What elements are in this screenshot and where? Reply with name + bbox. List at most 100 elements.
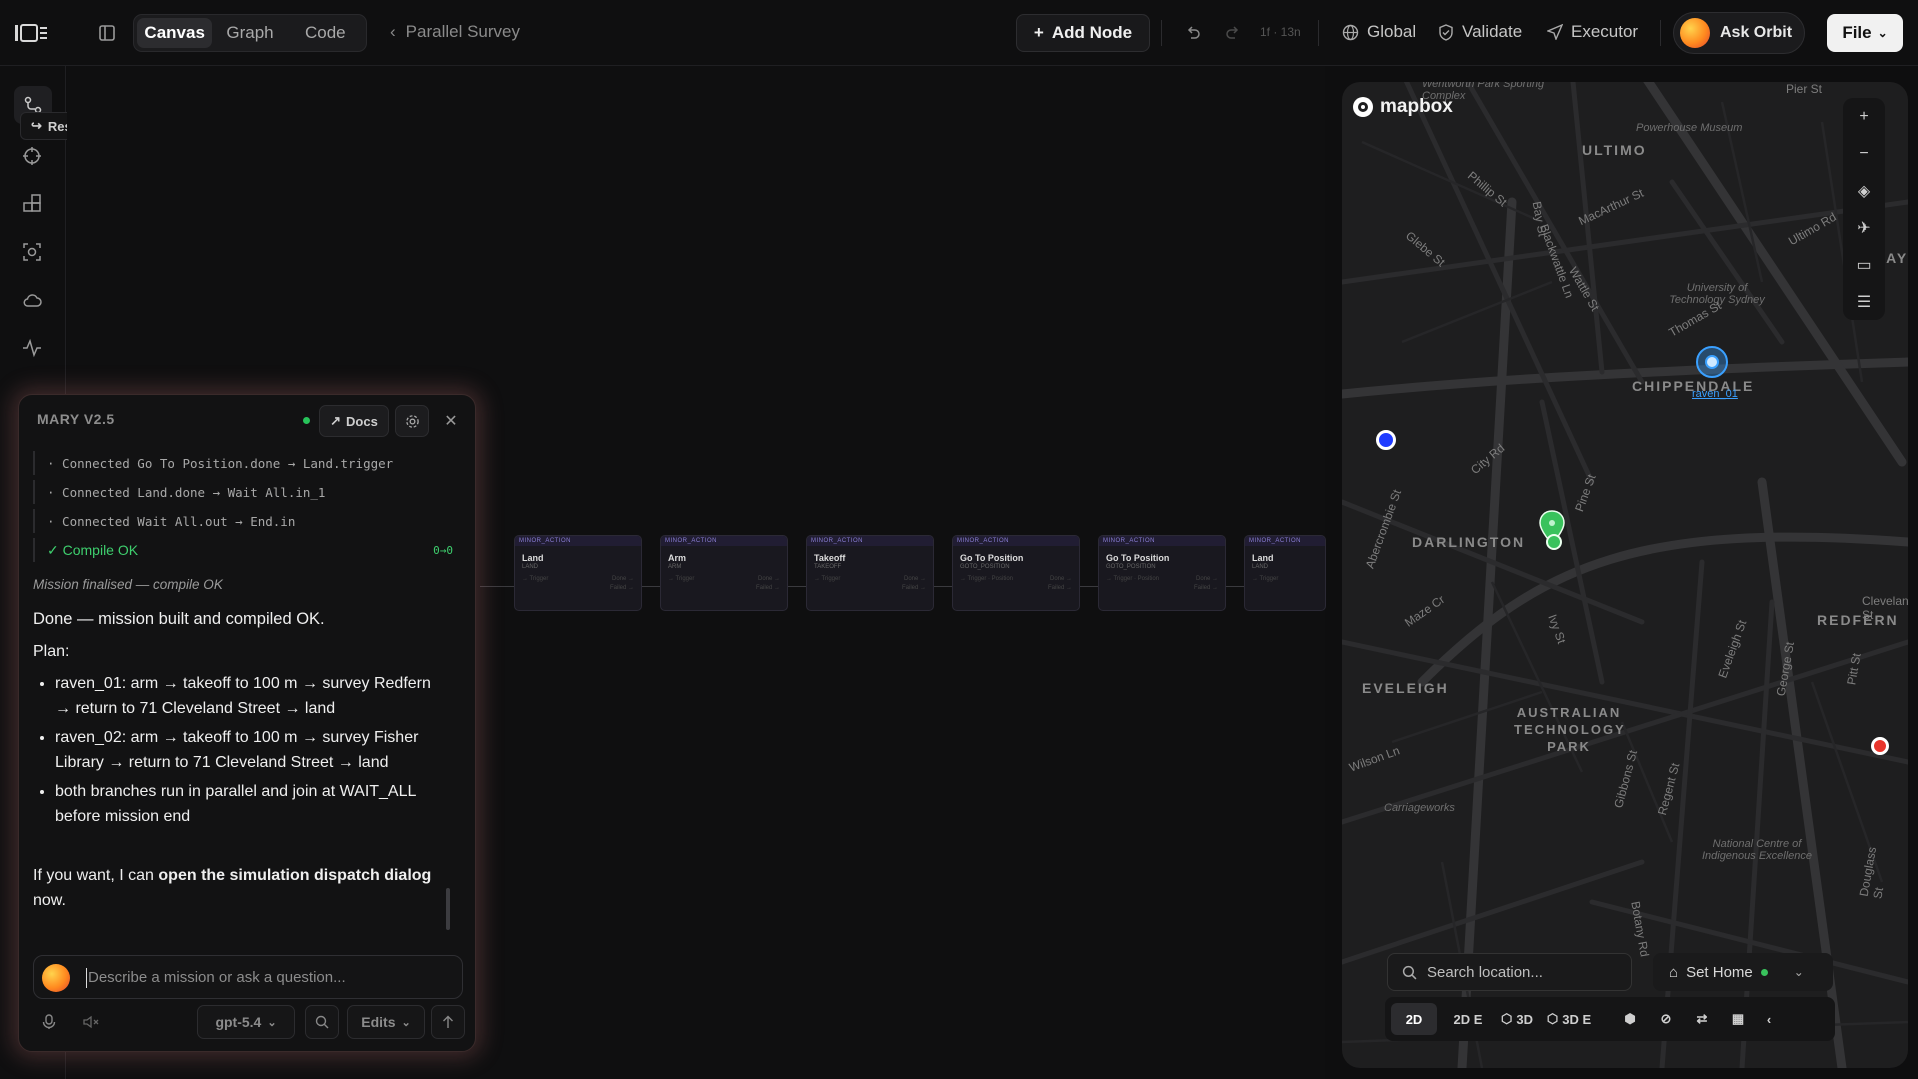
no-fly-icon[interactable]: ⊘ [1651,1003,1681,1035]
waypoint-blue-marker[interactable] [1376,430,1396,450]
executor-button[interactable]: Executor [1547,22,1638,42]
divider [1318,20,1319,46]
tab-code[interactable]: Code [288,18,363,48]
chat-scrollbar[interactable] [446,888,450,930]
validate-button[interactable]: Validate [1438,22,1522,42]
route-toggle-icon[interactable]: ⇄ [1687,1003,1717,1035]
canvas-node-land[interactable]: MINOR_ACTION Land LAND → Trigger [1244,535,1326,611]
cloud-icon[interactable] [18,286,46,314]
node-port-fail[interactable]: Failed → [756,585,780,591]
map-search-input[interactable]: Search location... [1427,964,1543,981]
vehicle-marker-green[interactable] [1546,534,1562,550]
set-home-button[interactable]: ⌂ Set Home ⌄ [1653,953,1833,991]
node-port-in[interactable]: → Trigger · Position [1106,576,1159,582]
zoom-in-icon[interactable]: + [1843,98,1885,135]
node-port-in[interactable]: → Trigger · Position [960,576,1013,582]
chat-input-box[interactable]: Describe a mission or ask a question... [33,955,463,999]
shield-check-icon [1439,23,1453,41]
view-mode-bar: 2D 2D E ⬡ 3D ⬡ 3D E ⬢ ⊘ ⇄ ▦ ‹ [1385,997,1835,1041]
compass-icon[interactable]: ◈ [1843,172,1885,209]
breadcrumb[interactable]: ‹ Parallel Survey [390,22,520,42]
model-select[interactable]: gpt-5.4 ⌄ [197,1005,295,1039]
view-2de-button[interactable]: 2D E [1443,1003,1493,1035]
map-view[interactable]: ULTIMO CHIPPENDALE DARLINGTON REDFERN EV… [1342,82,1908,1068]
box-icon[interactable]: ⬢ [1615,1003,1645,1035]
node-port-out[interactable]: Done → [758,576,780,582]
add-node-button[interactable]: + Add Node [1016,14,1150,52]
node-port-in[interactable]: → Trigger [668,576,694,582]
validate-label: Validate [1462,22,1523,41]
send-arrow-icon[interactable] [431,1005,465,1039]
node-wire [934,586,954,587]
activity-icon[interactable] [18,334,46,362]
view-2d-button[interactable]: 2D [1391,1003,1437,1035]
file-menu-button[interactable]: File ⌄ [1827,14,1903,52]
chevron-down-icon[interactable]: ⌄ [1794,965,1804,979]
chevron-down-icon: ⌄ [267,1016,277,1029]
microphone-icon[interactable] [33,1005,65,1039]
chat-header: MARY V2.5 ↗ Docs ✕ [19,395,475,445]
node-title: Land [522,553,544,563]
node-port-fail[interactable]: Failed → [1194,585,1218,591]
canvas-node-arm[interactable]: MINOR_ACTION Arm ARM → Trigger Done → Fai… [660,535,788,611]
mute-speaker-icon[interactable] [75,1005,107,1039]
scan-icon[interactable] [18,238,46,266]
view-3de-button[interactable]: ⬡ 3D E [1543,1003,1595,1035]
global-button[interactable]: Global [1342,22,1416,42]
camera-icon[interactable]: ▭ [1843,246,1885,283]
map-search[interactable]: Search location... [1387,953,1632,991]
send-icon [1547,24,1563,40]
zoom-out-icon[interactable]: − [1843,135,1885,172]
chevron-left-icon[interactable]: ‹ [1759,1003,1779,1035]
gear-icon[interactable] [395,405,429,437]
search-icon[interactable] [305,1005,339,1039]
cube-icon: ⬡ [1546,1011,1559,1026]
map-area-label: ULTIMO [1582,142,1647,158]
compile-status: ✓ Compile OK 0→0 [33,538,453,562]
canvas-node-takeoff[interactable]: MINOR_ACTION Takeoff TAKEOFF → Trigger Do… [806,535,934,611]
layers-icon[interactable]: ☰ [1843,283,1885,320]
docs-button[interactable]: ↗ Docs [319,405,389,437]
toggle-sidebar-icon[interactable] [94,14,120,52]
crosshair-icon[interactable] [18,142,46,170]
plan-label: Plan: [33,643,70,660]
tab-canvas[interactable]: Canvas [137,18,213,48]
node-port-out[interactable]: Done → [1050,576,1072,582]
view-3d-button[interactable]: ⬡ 3D [1497,1003,1537,1035]
edits-select[interactable]: Edits ⌄ [347,1005,425,1039]
node-port-fail[interactable]: Failed → [610,585,634,591]
log-line: · Connected Wait All.out → End.in [33,509,453,533]
closing-post: now. [33,892,66,909]
ask-orbit-button[interactable]: Ask Orbit [1673,12,1805,54]
app-logo-icon[interactable] [14,22,48,44]
log-line: · Connected Go To Position.done → Land.t… [33,451,453,475]
canvas-node-goto-position[interactable]: MINOR_ACTION Go To Position GOTO_POSITIO… [952,535,1080,611]
canvas-node-land[interactable]: MINOR_ACTION Land LAND → Trigger Done → F… [514,535,642,611]
node-port-out[interactable]: Done → [904,576,926,582]
node-port-out[interactable]: Done → [612,576,634,582]
vehicle-marker[interactable] [1696,346,1728,378]
blocks-icon[interactable] [18,190,46,218]
file-label: File [1842,23,1872,42]
node-port-fail[interactable]: Failed → [1048,585,1072,591]
undo-icon[interactable] [1180,20,1206,46]
map-area-label: EVELEIGH [1362,680,1449,696]
chat-input[interactable]: Describe a mission or ask a question... [88,969,346,986]
tab-graph[interactable]: Graph [212,18,287,48]
node-port-in[interactable]: → Trigger [522,576,548,582]
canvas-node-goto-position[interactable]: MINOR_ACTION Go To Position GOTO_POSITIO… [1098,535,1226,611]
node-port-fail[interactable]: Failed → [902,585,926,591]
vehicle-label: raven_01 [1692,388,1738,400]
node-port-in[interactable]: → Trigger [814,576,840,582]
target-red-marker[interactable] [1871,737,1889,755]
drone-icon [1705,355,1719,369]
node-port-in[interactable]: → Trigger [1252,576,1278,582]
node-port-out[interactable]: Done → [1196,576,1218,582]
add-node-label: Add Node [1051,23,1133,42]
home-status-dot [1760,968,1768,976]
close-icon[interactable]: ✕ [441,411,461,431]
building-icon[interactable]: ▦ [1723,1003,1753,1035]
redo-icon[interactable] [1220,20,1246,46]
locate-drone-icon[interactable]: ✈ [1843,209,1885,246]
chevron-down-icon: ⌄ [1877,26,1888,40]
